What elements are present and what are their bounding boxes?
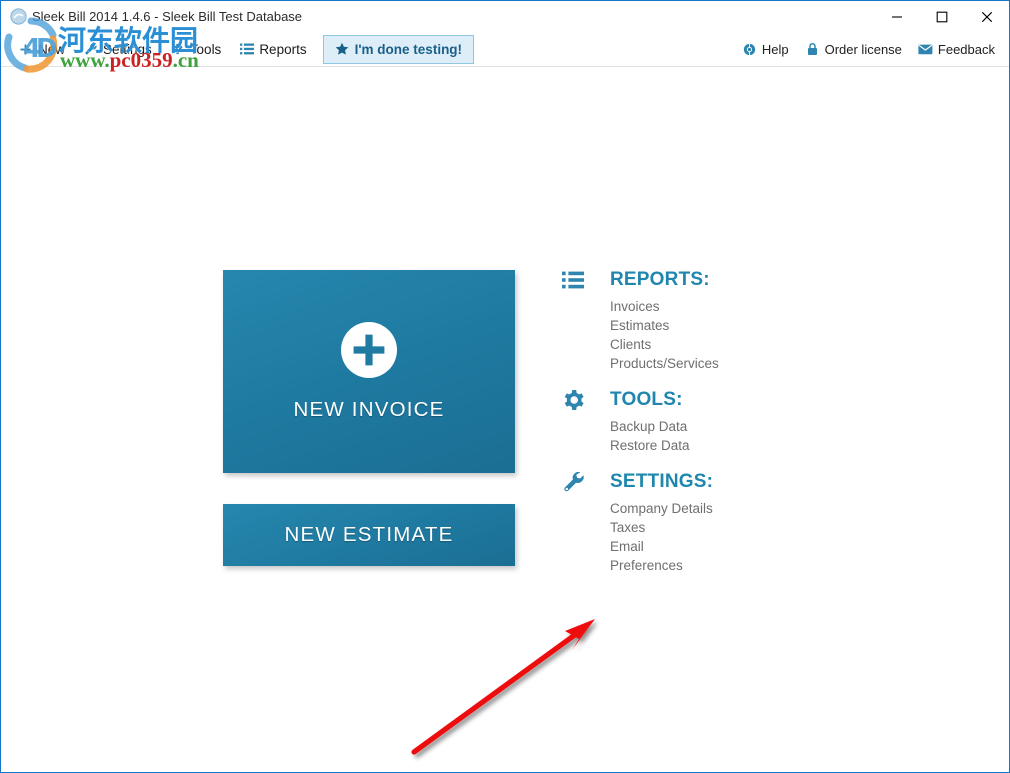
- menu-item-tools-label: Tools: [189, 41, 222, 57]
- new-invoice-label: NEW INVOICE: [293, 397, 445, 421]
- menu-item-feedback-label: Feedback: [937, 41, 995, 57]
- link-taxes[interactable]: Taxes: [610, 518, 902, 537]
- lock-icon: [805, 42, 820, 57]
- maximize-icon: [936, 11, 947, 22]
- gear-icon: [170, 42, 185, 57]
- link-backup-data[interactable]: Backup Data: [610, 417, 902, 436]
- link-products-services[interactable]: Products/Services: [610, 354, 902, 373]
- menu-item-help-label: Help: [761, 41, 789, 57]
- section-links-tools: Backup Data Restore Data: [610, 417, 902, 455]
- menu-item-settings-label: Settings: [103, 41, 152, 57]
- menu-item-settings[interactable]: Settings: [74, 36, 161, 62]
- menu-item-done-testing-label: I'm done testing!: [354, 41, 463, 57]
- plus-icon: [18, 42, 33, 57]
- section-title-settings: SETTINGS:: [610, 471, 714, 492]
- new-invoice-tile[interactable]: NEW INVOICE: [223, 270, 515, 473]
- envelope-icon: [918, 42, 933, 57]
- application-window: Sleek Bill 2014 1.4.6 - Sleek Bill Test …: [0, 0, 1010, 773]
- link-restore-data[interactable]: Restore Data: [610, 436, 902, 455]
- spacer-tools: [562, 373, 902, 385]
- link-preferences[interactable]: Preferences: [610, 556, 902, 575]
- red-pointer-arrow: [397, 602, 612, 767]
- gear-icon: [562, 385, 596, 415]
- window-title: Sleek Bill 2014 1.4.6 - Sleek Bill Test …: [32, 9, 303, 24]
- close-icon: [981, 11, 992, 22]
- section-header-tools: TOOLS:: [562, 385, 902, 415]
- main-content: NEW INVOICE NEW ESTIMATE REPORTS: Invoic…: [2, 67, 1009, 757]
- menu-item-reports[interactable]: Reports: [230, 36, 315, 62]
- new-estimate-tile[interactable]: NEW ESTIMATE: [223, 504, 515, 566]
- section-header-settings: SETTINGS:: [562, 467, 902, 497]
- menu-item-done-testing[interactable]: I'm done testing!: [322, 34, 475, 64]
- menu-bar-right-group: Help Order license Feedback: [734, 32, 1003, 66]
- wrench-icon: [83, 42, 98, 57]
- section-links-reports: Invoices Estimates Clients Products/Serv…: [610, 297, 902, 373]
- link-invoices[interactable]: Invoices: [610, 297, 902, 316]
- maximize-button[interactable]: [919, 1, 964, 32]
- quick-links-panel: REPORTS: Invoices Estimates Clients Prod…: [562, 265, 902, 575]
- section-header-reports: REPORTS:: [562, 265, 902, 295]
- menu-bar: New Settings Tools Reports I'm done test…: [1, 32, 1009, 67]
- close-button[interactable]: [964, 1, 1009, 32]
- link-estimates[interactable]: Estimates: [610, 316, 902, 335]
- section-title-tools: TOOLS:: [610, 389, 683, 410]
- star-icon: [335, 42, 350, 57]
- spacer-settings: [562, 455, 902, 467]
- list-icon: [562, 265, 596, 295]
- plus-circle-icon: [341, 321, 397, 378]
- menu-item-tools[interactable]: Tools: [161, 36, 231, 62]
- section-links-settings: Company Details Taxes Email Preferences: [610, 499, 902, 575]
- minimize-icon: [891, 15, 902, 18]
- list-icon: [239, 42, 254, 57]
- menu-bar-left-group: New Settings Tools Reports I'm done test…: [9, 32, 475, 66]
- section-title-reports: REPORTS:: [610, 269, 710, 290]
- link-email[interactable]: Email: [610, 537, 902, 556]
- menu-item-reports-label: Reports: [259, 41, 307, 57]
- menu-item-help[interactable]: Help: [734, 36, 797, 62]
- link-company-details[interactable]: Company Details: [610, 499, 902, 518]
- app-logo-icon: [10, 8, 27, 25]
- minimize-button[interactable]: [874, 1, 919, 32]
- menu-item-feedback[interactable]: Feedback: [910, 36, 1003, 62]
- menu-item-order-license-label: Order license: [824, 41, 902, 57]
- link-clients[interactable]: Clients: [610, 335, 902, 354]
- help-icon: [742, 42, 757, 57]
- new-estimate-label: NEW ESTIMATE: [284, 523, 454, 546]
- menu-item-new-label: New: [38, 41, 66, 57]
- title-bar: Sleek Bill 2014 1.4.6 - Sleek Bill Test …: [1, 1, 1009, 32]
- menu-item-new[interactable]: New: [9, 36, 74, 62]
- menu-item-order-license[interactable]: Order license: [797, 36, 910, 62]
- wrench-icon: [562, 467, 596, 497]
- window-controls: [874, 1, 1009, 32]
